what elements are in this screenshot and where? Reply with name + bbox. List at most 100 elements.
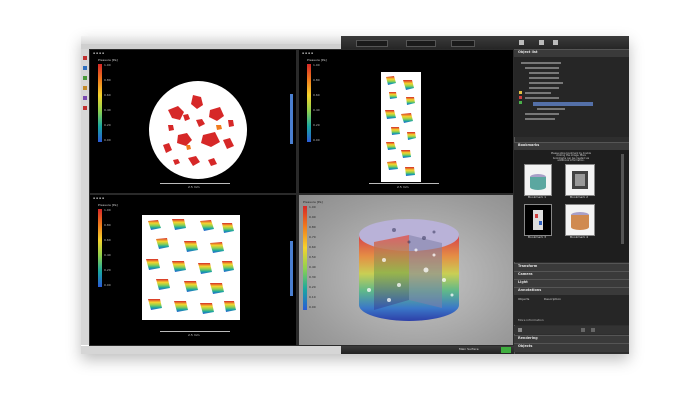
tree-row[interactable] bbox=[529, 72, 559, 74]
panel-objects[interactable]: Objects bbox=[514, 343, 629, 352]
panel-light[interactable]: Light bbox=[514, 279, 629, 287]
panel-camera[interactable]: Camera bbox=[514, 271, 629, 279]
colorbar-tick: 0.80 bbox=[309, 225, 316, 229]
tree-row[interactable] bbox=[529, 87, 559, 89]
tree-row[interactable] bbox=[521, 62, 561, 64]
panel-rendering[interactable]: Rendering bbox=[514, 335, 629, 343]
panel-toolbar-icon[interactable] bbox=[553, 40, 558, 45]
annotation-tools bbox=[514, 326, 629, 334]
tree-row[interactable] bbox=[525, 118, 555, 120]
colorbar-tick: 0.40 bbox=[104, 108, 111, 112]
colorbar-tick: 0.20 bbox=[104, 268, 111, 272]
pore-slice-image bbox=[142, 215, 240, 320]
panel-toolbar bbox=[514, 36, 629, 49]
bookmark-label: Bookmark 4 bbox=[570, 235, 589, 239]
annotations-column-header: Description bbox=[544, 297, 562, 301]
bookmark-image bbox=[572, 171, 588, 189]
viewport-bottom-left[interactable]: ▪ ▪ ▪ ▪ Pressure [Pa] 1.00 0.80 0.60 0.4… bbox=[90, 195, 296, 345]
object-list-header[interactable]: Object list bbox=[514, 49, 629, 57]
pore-slice-image bbox=[381, 72, 421, 182]
colorbar-tick: 0.20 bbox=[309, 285, 316, 289]
mode-dropdown[interactable] bbox=[406, 40, 436, 47]
status-indicator bbox=[501, 347, 511, 353]
add-annotation-icon[interactable] bbox=[518, 328, 522, 332]
colorbar-tick: 0.50 bbox=[309, 255, 316, 259]
scale-label: 2.5 mm bbox=[188, 333, 200, 337]
viewport-top-left[interactable]: ▪ ▪ ▪ ▪ Pressure [Pa] 1.00 0.80 0.60 0.4… bbox=[90, 50, 296, 193]
panel-toolbar-icon[interactable] bbox=[539, 40, 544, 45]
viewport-info: ▪ ▪ ▪ ▪ bbox=[302, 51, 313, 55]
colorbar bbox=[303, 206, 307, 310]
edit-annotation-icon[interactable] bbox=[581, 328, 585, 332]
bookmark-thumb[interactable] bbox=[524, 204, 552, 236]
colorbar-tick: 0.20 bbox=[104, 123, 111, 127]
tree-row[interactable] bbox=[525, 67, 559, 69]
bookmark-thumb[interactable] bbox=[565, 204, 595, 236]
tree-row[interactable] bbox=[529, 82, 563, 84]
tool-measure-icon[interactable] bbox=[83, 96, 87, 100]
tool-zoom-icon[interactable] bbox=[83, 86, 87, 90]
panel-title: Objects bbox=[518, 344, 533, 348]
tool-clip-icon[interactable] bbox=[83, 106, 87, 110]
tree-row[interactable] bbox=[537, 108, 565, 110]
panel-transform[interactable]: Transform bbox=[514, 263, 629, 271]
bookmark-label: Bookmark 3 bbox=[528, 235, 547, 239]
colorbar-tick: 0.10 bbox=[309, 295, 316, 299]
bookmark-image bbox=[571, 212, 589, 230]
colorbar-tick: 0.00 bbox=[309, 305, 316, 309]
bookmark-hint: Please store bookmark by double clicking… bbox=[551, 152, 591, 163]
colorbar-tick: 0.40 bbox=[309, 265, 316, 269]
bookmarks-scrollbar[interactable] bbox=[621, 154, 624, 244]
pore-slice-image bbox=[149, 81, 247, 179]
panel-toolbar-icon[interactable] bbox=[519, 40, 524, 45]
scale-bar bbox=[369, 183, 439, 184]
colorbar-tick: 0.00 bbox=[104, 283, 111, 287]
colorbar-tick: 1.00 bbox=[104, 208, 111, 212]
colorbar-caption: Pressure [Pa] bbox=[303, 200, 323, 204]
colorbar-tick: 0.70 bbox=[309, 235, 316, 239]
colorbar-tick: 0.40 bbox=[104, 253, 111, 257]
delete-annotation-icon[interactable] bbox=[591, 328, 595, 332]
colorbar-tick: 0.90 bbox=[309, 215, 316, 219]
colorbar-caption: Pressure [Pa] bbox=[98, 203, 118, 207]
colorbar-tick: 1.00 bbox=[309, 205, 316, 209]
tool-select-icon[interactable] bbox=[83, 56, 87, 60]
panel-title: Light bbox=[518, 280, 528, 284]
bookmark-thumb[interactable] bbox=[524, 164, 552, 196]
cylinder-3d-model bbox=[359, 219, 459, 321]
status-bar-left bbox=[81, 346, 341, 354]
scale-label: 2.5 mm bbox=[188, 185, 200, 189]
viewport-top-right[interactable]: ▪ ▪ ▪ ▪ Pressure [Pa] 1.00 0.80 0.60 0.4… bbox=[299, 50, 513, 193]
status-label: Main Surface bbox=[459, 347, 479, 351]
tree-row-selected[interactable] bbox=[533, 102, 593, 106]
viewport-info: ▪ ▪ ▪ ▪ bbox=[93, 51, 104, 55]
colorbar bbox=[98, 64, 102, 142]
colorbar-tick: 0.80 bbox=[104, 223, 111, 227]
tool-rotate-icon[interactable] bbox=[83, 76, 87, 80]
panel-annotations[interactable]: Annotations bbox=[514, 287, 629, 295]
scale-label: 2.5 mm bbox=[397, 185, 409, 189]
tree-row[interactable] bbox=[529, 77, 559, 79]
tool-pan-icon[interactable] bbox=[83, 66, 87, 70]
colorbar-tick: 0.60 bbox=[309, 245, 316, 249]
more-info-link[interactable]: More information bbox=[518, 319, 544, 322]
view-dropdown[interactable] bbox=[356, 40, 388, 47]
bookmark-image bbox=[530, 174, 546, 190]
panel-title: Transform bbox=[518, 264, 538, 268]
annotations-column-header: Objects bbox=[518, 297, 530, 301]
viewport-bottom-right-3d[interactable]: Pressure [Pa] 1.00 0.90 0.80 0.70 0.60 0… bbox=[299, 195, 513, 345]
tree-row[interactable] bbox=[525, 113, 559, 115]
bookmark-image bbox=[533, 210, 543, 230]
bookmark-thumb[interactable] bbox=[565, 164, 595, 196]
bookmarks-header[interactable]: Bookmarks bbox=[514, 142, 629, 150]
viewport-scrollbar[interactable] bbox=[290, 94, 293, 144]
tool-dropdown[interactable] bbox=[451, 40, 475, 47]
scale-bar bbox=[160, 331, 230, 332]
colorbar bbox=[98, 209, 102, 287]
colorbar-tick: 0.40 bbox=[313, 108, 320, 112]
object-color-icon bbox=[519, 101, 522, 104]
colorbar-tick: 0.80 bbox=[104, 78, 111, 82]
tree-row[interactable] bbox=[525, 97, 559, 99]
tree-row[interactable] bbox=[525, 92, 551, 94]
viewport-scrollbar[interactable] bbox=[290, 241, 293, 296]
